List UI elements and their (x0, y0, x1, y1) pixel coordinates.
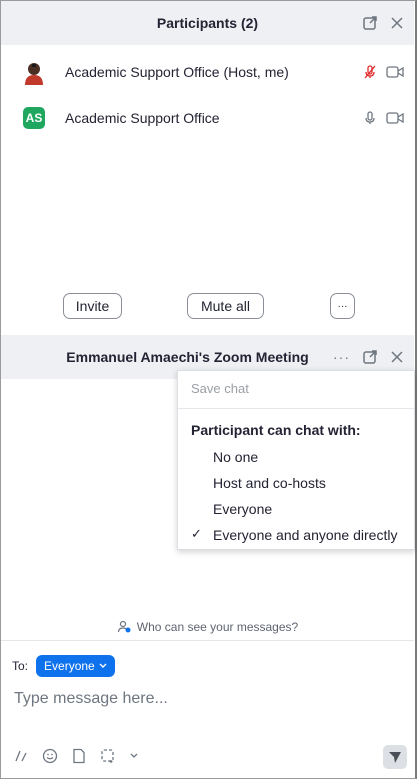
popout-icon[interactable] (362, 15, 378, 31)
menu-divider (178, 408, 414, 409)
participants-header: Participants (2) (1, 1, 414, 45)
participant-name: Academic Support Office (Host, me) (65, 64, 289, 80)
chevron-down-icon (99, 663, 107, 668)
menu-header: Participant can chat with: (191, 422, 361, 438)
participants-title: Participants (2) (156, 15, 259, 31)
save-chat-item[interactable]: Save chat (191, 381, 249, 396)
screenshot-icon[interactable] (100, 748, 116, 764)
chevron-down-icon[interactable] (130, 753, 138, 759)
chat-toolbar (14, 748, 138, 764)
menu-item-no-one[interactable]: No one (213, 449, 258, 465)
close-icon[interactable] (390, 350, 404, 364)
menu-item-host-cohosts[interactable]: Host and co-hosts (213, 475, 326, 491)
mic-icon[interactable] (362, 110, 378, 126)
divider (1, 640, 414, 641)
close-icon[interactable] (390, 16, 404, 30)
mute-all-button[interactable]: Mute all (187, 293, 264, 319)
more-icon[interactable]: ··· (333, 349, 350, 365)
format-icon[interactable] (14, 749, 28, 763)
recipient-row: To: Everyone (12, 655, 115, 677)
send-icon (389, 752, 401, 763)
emoji-icon[interactable] (42, 748, 58, 764)
popout-icon[interactable] (362, 349, 378, 365)
chat-options-menu: Save chat Participant can chat with: No … (177, 370, 415, 550)
more-options-button[interactable]: ··· (330, 293, 355, 319)
video-off-icon[interactable] (386, 111, 404, 125)
check-icon: ✓ (191, 526, 202, 541)
to-label: To: (12, 659, 29, 673)
participant-row[interactable]: AS Academic Support Office (1, 96, 414, 140)
avatar (23, 61, 45, 85)
who-can-see-link[interactable]: Who can see your messages? (1, 615, 414, 639)
who-can-see-text: Who can see your messages? (136, 620, 299, 634)
menu-item-everyone-directly[interactable]: Everyone and anyone directly (213, 527, 397, 543)
menu-item-everyone[interactable]: Everyone (213, 501, 272, 517)
avatar: AS (23, 107, 45, 129)
participant-row[interactable]: Academic Support Office (Host, me) (1, 50, 414, 94)
participant-name: Academic Support Office (65, 110, 220, 126)
recipient-value: Everyone (44, 659, 95, 673)
mic-muted-icon[interactable] (362, 64, 378, 80)
chat-title: Emmanuel Amaechi's Zoom Meeting (66, 349, 309, 365)
file-icon[interactable] (72, 748, 86, 764)
message-input[interactable]: Type message here... (14, 690, 168, 708)
person-icon (117, 620, 131, 633)
send-button[interactable] (383, 745, 407, 769)
invite-button[interactable]: Invite (63, 293, 122, 319)
video-off-icon[interactable] (386, 65, 404, 79)
recipient-dropdown[interactable]: Everyone (36, 655, 115, 677)
